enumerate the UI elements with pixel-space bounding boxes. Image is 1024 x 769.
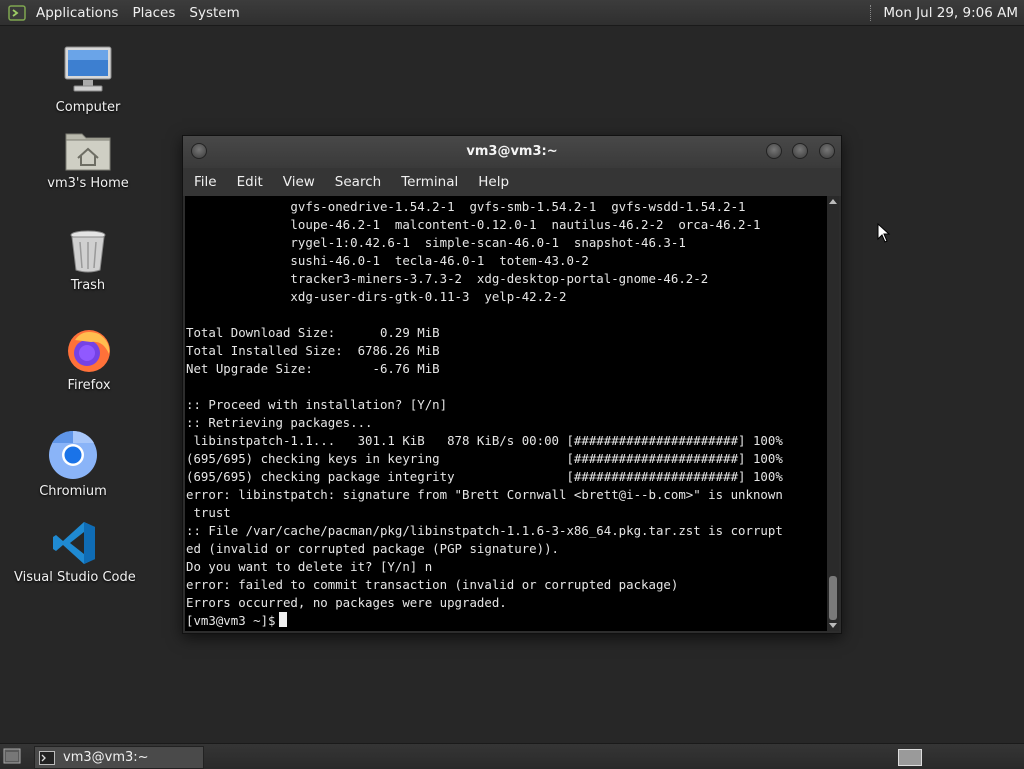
taskbar-item-terminal[interactable]: vm3@vm3:~	[34, 746, 204, 769]
window-title: vm3@vm3:~	[466, 144, 558, 159]
taskbar-item-label: vm3@vm3:~	[63, 750, 149, 765]
terminal-window[interactable]: vm3@vm3:~ File Edit View Search Terminal…	[182, 135, 842, 634]
system-menu[interactable]: System	[183, 5, 247, 21]
places-menu[interactable]: Places	[126, 5, 183, 21]
home-folder-icon	[65, 133, 111, 171]
desktop-icon-label: Trash	[70, 278, 106, 293]
maximize-button[interactable]	[792, 143, 808, 159]
desktop-icon-label: vm3's Home	[47, 176, 129, 191]
firefox-icon	[68, 330, 110, 372]
scrollbar-thumb[interactable]	[829, 576, 837, 620]
desktop-icon-vscode[interactable]: Visual Studio Code	[14, 520, 136, 585]
desktop-icon-label: Computer	[55, 100, 121, 115]
terminal-menubar: File Edit View Search Terminal Help	[183, 168, 841, 196]
prompt-line[interactable]: [vm3@vm3 ~]$	[186, 612, 783, 630]
desktop-icon-label: Chromium	[39, 484, 107, 499]
vscode-icon	[53, 522, 95, 564]
chromium-icon	[49, 430, 97, 479]
terminal-text: gvfs-onedrive-1.54.2-1 gvfs-smb-1.54.2-1…	[186, 198, 783, 630]
menu-search[interactable]: Search	[325, 174, 391, 190]
bottom-panel: vm3@vm3:~	[0, 743, 1024, 769]
menu-file[interactable]: File	[183, 174, 227, 190]
menu-help[interactable]: Help	[468, 174, 519, 190]
scroll-down-arrow-icon[interactable]	[829, 623, 837, 628]
desktop-icon-label: Firefox	[67, 378, 111, 393]
desktop-icon-label: Visual Studio Code	[14, 570, 136, 585]
terminal-output-area[interactable]: gvfs-onedrive-1.54.2-1 gvfs-smb-1.54.2-1…	[185, 196, 827, 631]
scroll-up-arrow-icon[interactable]	[829, 199, 837, 204]
applications-menu[interactable]: Applications	[32, 5, 126, 21]
terminal-icon	[39, 750, 55, 765]
menu-view[interactable]: View	[273, 174, 325, 190]
shell-prompt: [vm3@vm3 ~]$	[186, 613, 276, 628]
clock[interactable]: Mon Jul 29, 9:06 AM	[883, 5, 1024, 21]
show-desktop-icon[interactable]	[3, 748, 21, 764]
desktop-icon-chromium[interactable]: Chromium	[37, 430, 109, 499]
workspace-switcher[interactable]	[898, 749, 922, 766]
desktop-icon-firefox[interactable]: Firefox	[54, 326, 124, 393]
terminal-output: gvfs-onedrive-1.54.2-1 gvfs-smb-1.54.2-1…	[186, 199, 783, 610]
minimize-button[interactable]	[766, 143, 782, 159]
applications-menu-icon[interactable]	[8, 4, 26, 22]
close-button[interactable]	[819, 143, 835, 159]
terminal-scrollbar[interactable]	[827, 196, 839, 631]
window-titlebar[interactable]: vm3@vm3:~	[183, 136, 841, 168]
desktop-icon-computer[interactable]: Computer	[48, 44, 128, 115]
menu-terminal[interactable]: Terminal	[391, 174, 468, 190]
text-cursor	[278, 612, 287, 627]
menu-edit[interactable]: Edit	[227, 174, 273, 190]
top-panel: Applications Places System Mon Jul 29, 9…	[0, 0, 1024, 26]
computer-icon	[64, 46, 112, 92]
trash-icon	[70, 230, 106, 273]
desktop-icon-trash[interactable]: Trash	[58, 228, 118, 293]
mouse-pointer-icon	[877, 223, 891, 243]
desktop-icon-home[interactable]: vm3's Home	[43, 128, 133, 191]
panel-separator	[870, 4, 875, 21]
